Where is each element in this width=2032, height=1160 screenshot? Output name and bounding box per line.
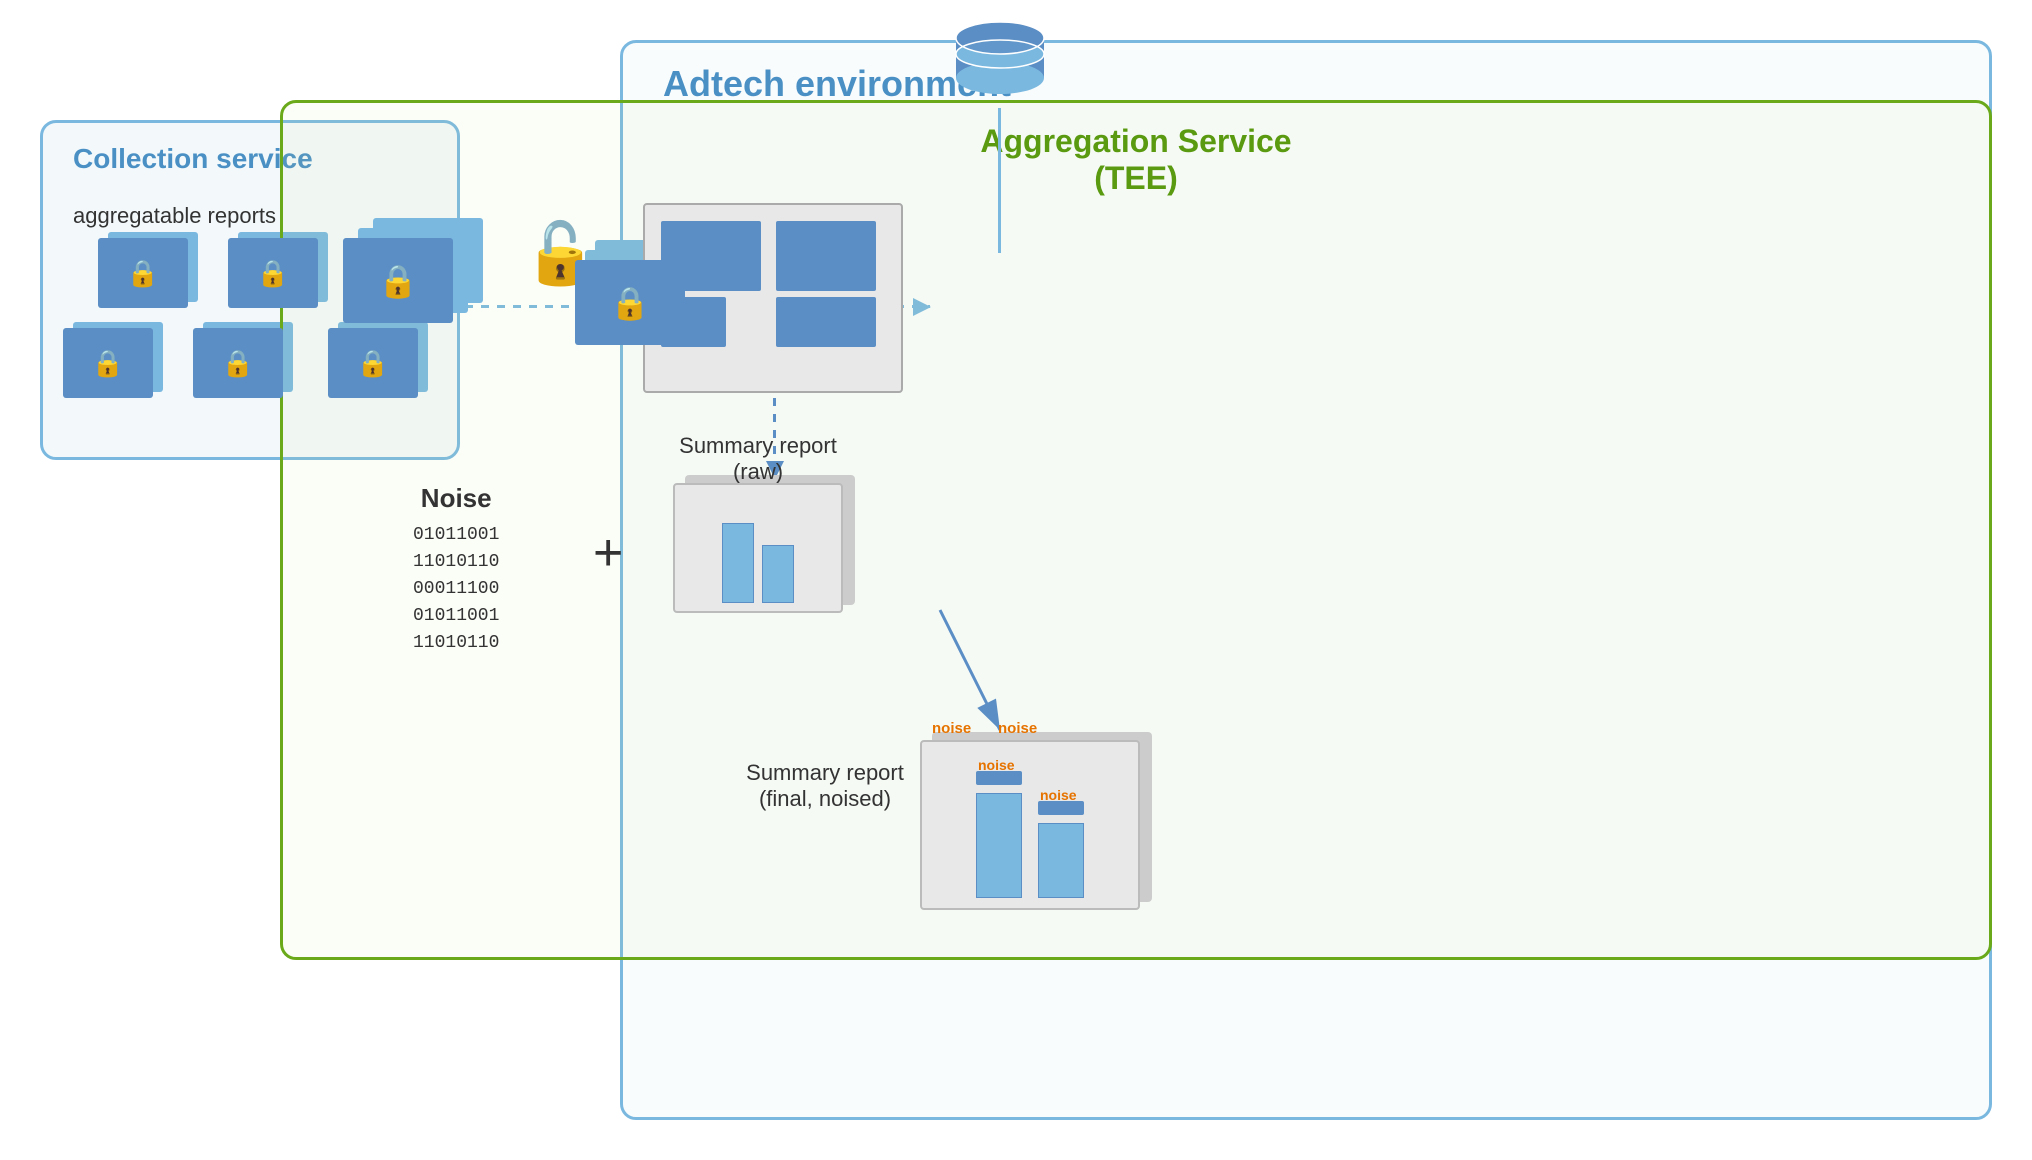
report-card-1: 🔒 — [98, 238, 188, 308]
summary-final-card: noise noise — [920, 740, 1140, 910]
summary-final-label: Summary report (final, noised) — [740, 760, 910, 812]
lock-icon-agg: 🔒 — [378, 262, 418, 300]
noise-tag-bar1: noise — [932, 720, 971, 737]
lock-icon-5: 🔒 — [357, 348, 389, 379]
plus-sign: + — [593, 523, 623, 583]
noise-label: Noise — [413, 483, 499, 514]
lock-icon-1: 🔒 — [127, 258, 159, 289]
noise-tag-bar2: noise — [998, 720, 1037, 737]
report-card-2: 🔒 — [228, 238, 318, 308]
noise-tag-1: noise — [978, 757, 1015, 773]
summary-raw-label: Summary report (raw) — [638, 433, 878, 485]
aggregation-reports-stack: 🔒 — [343, 218, 453, 303]
noise-section: Noise 0101100111010110000111000101100111… — [413, 483, 499, 657]
report-card-3: 🔒 — [63, 328, 153, 398]
lock-icon-2: 🔒 — [257, 258, 289, 289]
aggregatable-reports-label: aggregatable reports — [73, 203, 276, 229]
db-vertical-line — [998, 108, 1001, 253]
summary-report-raw-card — [673, 483, 843, 613]
report-card-5: 🔒 — [328, 328, 418, 398]
main-container: Adtech environment Collection service ag… — [0, 0, 2032, 1160]
lock-icon-3: 🔒 — [92, 348, 124, 379]
lock-icon-4: 🔒 — [222, 348, 254, 379]
lock-icon-batch: 🔒 — [610, 284, 650, 322]
report-card-4: 🔒 — [193, 328, 283, 398]
noise-tag-2: noise — [1040, 787, 1077, 803]
aggregation-service-label: Aggregation Service (TEE) — [980, 123, 1291, 197]
database-icon — [950, 20, 1050, 115]
noise-binary: 0101100111010110000111000101100111010110 — [413, 522, 499, 657]
database-svg — [950, 20, 1050, 110]
collection-service-label: Collection service — [73, 143, 313, 175]
